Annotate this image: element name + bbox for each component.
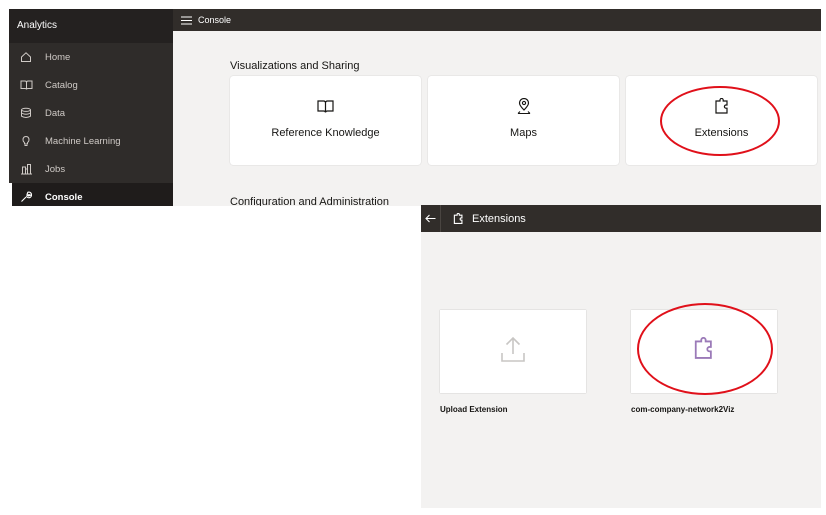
sidebar-item-jobs[interactable]: Jobs xyxy=(9,155,173,183)
tile-label: Upload Extension xyxy=(440,405,508,414)
sidebar-item-data[interactable]: Data xyxy=(9,99,173,127)
upload-extension-tile[interactable] xyxy=(440,310,586,393)
section-title: Visualizations and Sharing xyxy=(230,60,360,72)
back-arrow-icon[interactable] xyxy=(421,205,441,232)
extensions-header: Extensions xyxy=(421,205,821,232)
sidebar-item-console[interactable]: Console xyxy=(9,183,173,206)
sidebar-item-label: Jobs xyxy=(45,163,66,175)
lightbulb-icon xyxy=(19,134,33,148)
composite-screenshot: Analytics Home Catalog Data Machine Lear… xyxy=(0,0,826,515)
sidebar-item-machine-learning[interactable]: Machine Learning xyxy=(9,127,173,155)
hamburger-menu-icon[interactable] xyxy=(181,16,192,25)
card-label: Extensions xyxy=(694,127,749,139)
reference-knowledge-card[interactable]: Reference Knowledge xyxy=(230,76,421,165)
sidebar-item-home[interactable]: Home xyxy=(9,43,173,71)
page-title: Extensions xyxy=(472,212,526,225)
extensions-screen: Extensions Upload Extension com-company-… xyxy=(421,205,821,508)
console-screen: Analytics Home Catalog Data Machine Lear… xyxy=(9,9,821,206)
tile-label: com-company-network2Viz xyxy=(631,405,735,414)
puzzle-icon xyxy=(693,336,715,366)
home-icon xyxy=(19,50,33,64)
section-title: Configuration and Administration xyxy=(230,196,389,206)
network2viz-extension-tile[interactable] xyxy=(631,310,777,393)
wrench-icon xyxy=(19,190,33,204)
card-label: Reference Knowledge xyxy=(271,127,380,139)
database-icon xyxy=(19,106,33,120)
sidebar-item-catalog[interactable]: Catalog xyxy=(9,71,173,99)
upload-icon xyxy=(500,335,526,368)
book-icon xyxy=(19,78,33,92)
sidebar-item-label: Console xyxy=(45,191,83,203)
book-icon xyxy=(317,97,334,115)
maps-card[interactable]: Maps xyxy=(428,76,619,165)
puzzle-icon xyxy=(453,212,464,225)
sidebar-item-label: Catalog xyxy=(45,79,78,91)
map-pin-icon xyxy=(516,97,532,115)
page-title: Console xyxy=(198,15,232,25)
app-title: Analytics xyxy=(9,9,173,43)
jobs-icon xyxy=(19,162,33,176)
sidebar-item-label: Machine Learning xyxy=(45,135,121,147)
puzzle-icon xyxy=(714,97,730,115)
sidebar: Analytics Home Catalog Data Machine Lear… xyxy=(9,9,173,206)
sidebar-item-label: Data xyxy=(45,107,66,119)
console-topbar: Console xyxy=(173,9,821,31)
extensions-card[interactable]: Extensions xyxy=(626,76,817,165)
sidebar-item-label: Home xyxy=(45,51,71,63)
card-label: Maps xyxy=(510,127,537,139)
